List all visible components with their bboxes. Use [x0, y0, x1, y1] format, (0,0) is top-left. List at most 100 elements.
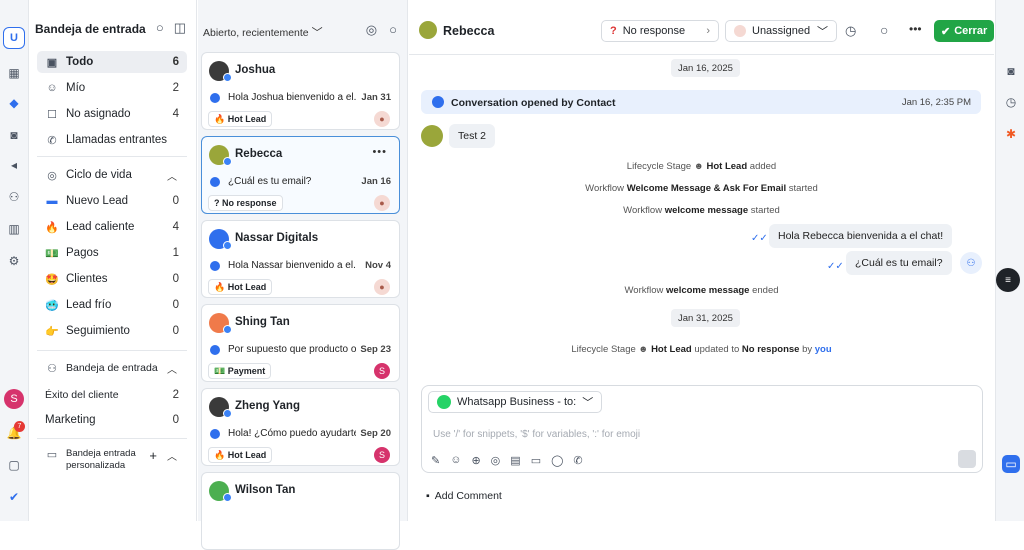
dashboard-icon[interactable]: ▦: [5, 64, 23, 82]
last-message: Hola Joshua bienvenido a el...: [228, 92, 356, 103]
contact-details-icon[interactable]: ◙: [1002, 62, 1020, 80]
lifecycle-item-clientes[interactable]: 🤩 Clientes 0: [37, 268, 187, 290]
unassigned-icon: ☐: [47, 108, 57, 121]
message-date: Sep 23: [360, 344, 391, 355]
lifecycle-item-nuevo-lead[interactable]: ▬ Nuevo Lead 0: [37, 190, 187, 212]
conversation-card[interactable]: Rebecca ••• ¿Cuál es tu email? Jan 16 ? No r…: [201, 136, 400, 214]
chat-support-icon[interactable]: ▭: [1002, 455, 1020, 473]
collapse-panel-icon[interactable]: ◫: [174, 20, 186, 36]
conversation-card[interactable]: Wilson Tan: [201, 472, 400, 550]
lifecycle-item-seguimiento[interactable]: 👉 Seguimiento 0: [37, 320, 187, 342]
add-comment-button[interactable]: ▪ Add Comment: [426, 490, 502, 502]
call-icon[interactable]: ✆: [573, 454, 582, 467]
cold-icon: 🥶: [45, 299, 59, 312]
broadcast-icon[interactable]: ◂: [5, 156, 23, 174]
system-event: Workflow welcome message ended: [624, 285, 779, 296]
message-input[interactable]: Use '/' for snippets, '$' for variables,…: [433, 429, 640, 440]
emoji-icon[interactable]: ☺: [450, 454, 461, 467]
contact-name: Nassar Digitals: [235, 232, 319, 244]
search-icon[interactable]: ○: [389, 22, 397, 38]
contact-name: Joshua: [235, 64, 276, 76]
chevron-down-icon: ﹀: [582, 397, 594, 409]
outgoing-message: ¿Cuál es tu email?: [846, 251, 952, 275]
conversation-summary-icon[interactable]: ≡: [996, 268, 1020, 292]
note-icon[interactable]: ▭: [531, 454, 541, 467]
channel-badge-icon: [223, 157, 232, 166]
lifecycle-item-lead-frio[interactable]: 🥶 Lead frío 0: [37, 294, 187, 316]
ai-icon[interactable]: ✎: [431, 454, 440, 467]
nav-item-unassigned[interactable]: ☐ No asignado 4: [37, 103, 187, 125]
assignee-person-icon: ●: [374, 111, 390, 127]
conversation-card[interactable]: Joshua Hola Joshua bienvenido a el... Jan …: [201, 52, 400, 130]
nav-item-incoming-calls[interactable]: ✆ Llamadas entrantes: [37, 129, 187, 151]
user-avatar[interactable]: S: [4, 389, 24, 409]
message-date: Jan 31: [361, 92, 391, 103]
lifecycle-item-pagos[interactable]: 💵 Pagos 1: [37, 242, 187, 264]
add-icon[interactable]: +: [149, 448, 157, 463]
contact-avatar: [421, 125, 443, 147]
last-message: Por supuesto que producto o...: [228, 344, 356, 355]
send-button[interactable]: [958, 450, 976, 468]
more-icon[interactable]: •••: [372, 146, 387, 158]
contact-name[interactable]: Rebecca: [443, 24, 494, 38]
lifecycle-item-lead-caliente[interactable]: 🔥 Lead caliente 4: [37, 216, 187, 238]
contact-filter-icon[interactable]: ◎: [366, 22, 377, 38]
team-icon: ⚇: [47, 362, 57, 375]
settings-icon[interactable]: ⚙: [5, 252, 23, 270]
date-separator: Jan 31, 2025: [671, 309, 740, 327]
help-icon[interactable]: ▢: [5, 456, 23, 474]
team-item-marketing[interactable]: Marketing 0: [37, 409, 187, 431]
team-inbox-header[interactable]: ⚇ Bandeja de entrada ︿: [37, 357, 187, 379]
conversation-card[interactable]: Zheng Yang Hola! ¿Cómo puedo ayudarte? Sep…: [201, 388, 400, 466]
person-icon: [734, 25, 746, 37]
inbox-icon[interactable]: ◆: [5, 94, 23, 112]
last-message: Hola Nassar bienvenido a el...: [228, 260, 356, 271]
right-rail: ◙ ◷ ✱ ≡ ▭: [995, 0, 1024, 521]
lifecycle-dropdown[interactable]: ? No response ›: [601, 20, 719, 42]
conversation-card[interactable]: Shing Tan Por supuesto que producto o... S…: [201, 304, 400, 382]
close-conversation-button[interactable]: ✔ Cerrar: [934, 20, 994, 42]
hubspot-icon[interactable]: ✱: [1002, 125, 1020, 143]
team-item-exito[interactable]: Éxito del cliente 2: [37, 384, 187, 406]
template-icon[interactable]: ▤: [510, 454, 520, 467]
channel-icon: [210, 177, 220, 187]
contacts-icon[interactable]: ◙: [5, 126, 23, 144]
snippet-icon[interactable]: ◎: [491, 454, 501, 467]
new-lead-icon: ▬: [46, 195, 58, 207]
assignee-dropdown[interactable]: Unassigned ﹀: [725, 20, 837, 42]
search-icon[interactable]: ○: [156, 20, 164, 36]
person-icon: ☺: [46, 82, 58, 94]
lifecycle-tag: ? No response: [208, 195, 283, 211]
search-icon[interactable]: ○: [880, 22, 888, 38]
channel-badge-icon: [223, 73, 232, 82]
nav-item-all[interactable]: ▣ Todo 6: [37, 51, 187, 73]
chevron-down-icon: ﹀: [311, 27, 323, 39]
message-date: Nov 4: [365, 260, 391, 271]
attachment-icon[interactable]: ⊕: [471, 454, 480, 467]
snooze-icon[interactable]: ◷: [845, 23, 856, 39]
workflow-bot-icon: ⚇: [960, 252, 982, 274]
workspace-logo[interactable]: U: [3, 27, 25, 49]
whatsapp-template-icon[interactable]: ◯: [551, 454, 563, 467]
system-event: Lifecycle Stage ☻ Hot Lead updated to No…: [571, 344, 832, 355]
chevron-right-icon: ›: [706, 25, 710, 37]
more-icon[interactable]: •••: [909, 22, 922, 36]
assignee-person-icon: ●: [374, 195, 390, 211]
lifecycle-tag: 🔥 Hot Lead: [208, 111, 273, 127]
workflow-icon[interactable]: ⚇: [5, 188, 23, 206]
last-message: ¿Cuál es tu email?: [228, 176, 312, 187]
channel-selector[interactable]: Whatsapp Business - to: ﹀: [428, 391, 603, 413]
lifecycle-icon: ◎: [47, 169, 57, 182]
reports-icon[interactable]: ▥: [5, 220, 23, 238]
nav-item-mine[interactable]: ☺ Mío 2: [37, 77, 187, 99]
chevron-up-icon: ︿: [167, 452, 177, 463]
read-receipt-icon: ✓✓: [827, 261, 844, 272]
channel-badge-icon: [223, 409, 232, 418]
chat-icon: ▭: [46, 449, 58, 461]
custom-inbox-header[interactable]: ▭ Bandeja entrada personalizada + ︿: [37, 448, 187, 476]
conversation-card[interactable]: Nassar Digitals Hola Nassar bienvenido a …: [201, 220, 400, 298]
list-filter[interactable]: Abierto, recientemente ﹀: [203, 24, 323, 40]
channel-icon: [210, 261, 220, 271]
lifecycle-header[interactable]: ◎ Ciclo de vida ︿: [37, 164, 187, 186]
history-icon[interactable]: ◷: [1002, 93, 1020, 111]
